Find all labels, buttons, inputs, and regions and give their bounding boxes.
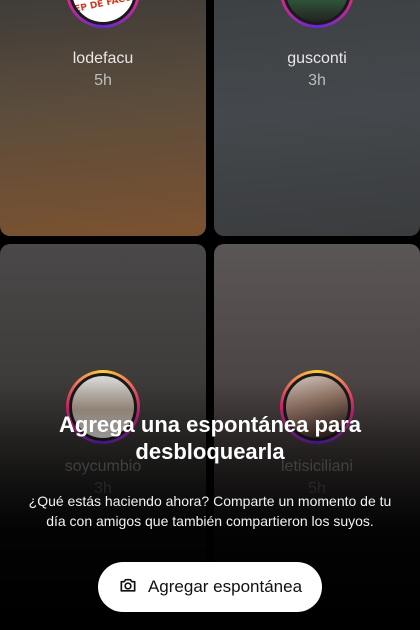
story-username: gusconti — [287, 50, 347, 67]
logo-text: EP DE FACU — [73, 0, 133, 15]
story-time: 3h — [308, 72, 326, 89]
prompt-title: Agrega una espontánea para desbloquearla — [59, 412, 361, 464]
add-spontaneous-button[interactable]: Agregar espontánea — [98, 562, 322, 612]
story-card-lodefacu[interactable]: EP DE FACU lodefacu 5h — [0, 0, 206, 236]
story-time: 5h — [94, 72, 112, 89]
avatar-photo — [283, 0, 351, 25]
prompt-description: ¿Qué estás haciendo ahora? Comparte un m… — [28, 493, 392, 529]
add-spontaneous-label: Agregar espontánea — [147, 577, 303, 596]
camera-icon — [118, 575, 138, 600]
logo-avatar-image: EP DE FACU — [69, 0, 137, 25]
story-username: lodefacu — [72, 50, 134, 67]
story-card-gusconti[interactable]: gusconti 3h — [214, 0, 420, 236]
story-avatar[interactable] — [280, 0, 354, 28]
story-avatar[interactable]: EP DE FACU — [66, 0, 140, 28]
